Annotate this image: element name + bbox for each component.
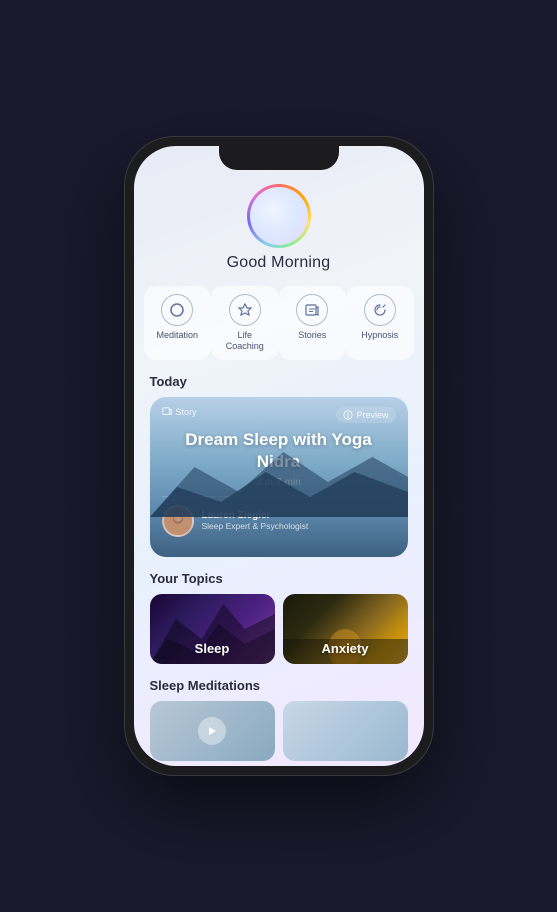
preview-button[interactable]: Preview (336, 407, 395, 423)
preview-label: Preview (356, 410, 388, 420)
sleep-label: Sleep (150, 641, 275, 656)
notch (219, 146, 339, 170)
screen-content: Good Morning Meditation (134, 146, 424, 766)
sleep-card-1[interactable] (150, 701, 275, 761)
life-coaching-icon (229, 294, 261, 326)
today-section-title: Today (134, 374, 424, 389)
story-label: Story (162, 407, 197, 417)
greeting-text: Good Morning (134, 254, 424, 272)
card-top: Story Preview (150, 397, 408, 423)
stories-label: Stories (298, 330, 326, 341)
stories-icon (296, 294, 328, 326)
sleep-med-title: Sleep Meditations (134, 678, 424, 693)
rainbow-circle (247, 184, 311, 248)
sleep-meditations-row (134, 701, 424, 761)
category-meditation[interactable]: Meditation (144, 286, 212, 360)
sleep-card-2[interactable] (283, 701, 408, 761)
play-icon-1 (198, 717, 226, 745)
rainbow-circle-container (134, 184, 424, 248)
category-hypnosis[interactable]: Hypnosis (346, 286, 414, 360)
category-stories[interactable]: Stories (279, 286, 347, 360)
category-life-coaching[interactable]: Life Coaching (211, 286, 279, 360)
phone-screen: Good Morning Meditation (134, 146, 424, 766)
topics-row: Sleep Anxiety (134, 594, 424, 664)
meditation-label: Meditation (156, 330, 198, 341)
phone-frame: Good Morning Meditation (124, 136, 434, 776)
rainbow-inner (250, 187, 308, 245)
story-type-text: Story (176, 407, 197, 417)
topic-anxiety[interactable]: Anxiety (283, 594, 408, 664)
author-role: Sleep Expert & Psychologist (202, 521, 309, 531)
topic-sleep[interactable]: Sleep (150, 594, 275, 664)
hypnosis-label: Hypnosis (361, 330, 398, 341)
anxiety-label: Anxiety (283, 641, 408, 656)
hypnosis-icon (364, 294, 396, 326)
meditation-icon (161, 294, 193, 326)
life-coaching-label: Life Coaching (221, 330, 269, 352)
categories-row: Meditation Life Coaching (134, 286, 424, 360)
topics-section-title: Your Topics (134, 571, 424, 586)
today-card[interactable]: Story Preview Dream Sleep with Yoga Nidr… (150, 397, 408, 557)
